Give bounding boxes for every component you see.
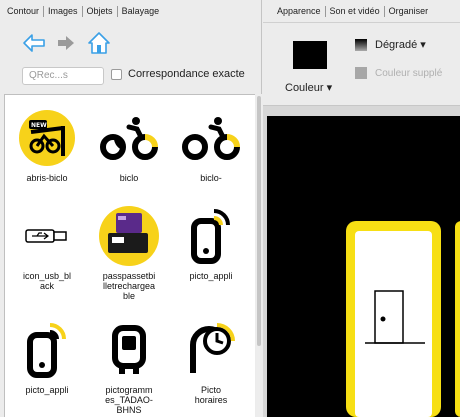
media-browser-panel: Contour Images Objets Balayage QRec...s … — [0, 0, 262, 417]
svg-text:NEW: NEW — [31, 122, 47, 129]
extra-color-icon — [355, 67, 367, 79]
item-label: Picto horaires — [194, 385, 228, 405]
second-sign-frame — [455, 221, 460, 417]
gradient-dropdown[interactable]: Dégradé ▾ — [355, 38, 426, 51]
grid-scrollbar[interactable] — [256, 94, 262, 417]
clock-icon — [190, 323, 235, 373]
item-label: abris-biclo — [26, 173, 68, 183]
list-item[interactable]: icon_usb_bl ack — [7, 203, 87, 291]
exact-match-label: Correspondance exacte — [128, 68, 245, 80]
list-item[interactable]: picto_appli — [171, 203, 251, 281]
scrollbar-thumb[interactable] — [257, 96, 261, 346]
list-item[interactable]: picto_appli — [7, 317, 87, 395]
gradient-icon — [355, 38, 367, 51]
extra-color-option[interactable]: Couleur supplé — [355, 67, 442, 79]
app-window: Contour Images Objets Balayage QRec...s … — [0, 0, 460, 417]
abris-biclo-icon: NEW — [19, 110, 75, 166]
usb-icon — [25, 229, 67, 243]
tab-images[interactable]: Images — [44, 5, 83, 17]
color-dropdown[interactable]: Couleur ▾ — [285, 81, 332, 94]
list-item[interactable]: NEW abris-biclo — [7, 105, 87, 183]
item-label: biclo- — [200, 173, 222, 183]
inspector-tabs: Apparence Son et vidéo Organiser — [273, 0, 432, 22]
tab-balayage[interactable]: Balayage — [118, 6, 164, 17]
extra-color-label: Couleur supplé — [375, 67, 443, 79]
phone-signal-icon — [27, 323, 66, 378]
search-input[interactable]: QRec...s — [22, 67, 104, 85]
list-item[interactable]: passpassetbi lletrechargea ble — [89, 203, 169, 301]
list-item[interactable]: Picto horaires — [171, 317, 251, 405]
tab-organiser[interactable]: Organiser — [385, 6, 433, 17]
tab-objets[interactable]: Objets — [83, 5, 118, 17]
door-sign-panel — [355, 231, 432, 417]
door-icon — [365, 290, 425, 344]
item-label: icon_usb_bl ack — [22, 271, 72, 291]
list-item[interactable]: pictogramm es_TADAO- BHNS — [89, 317, 169, 415]
tab-son-video[interactable]: Son et vidéo — [326, 5, 385, 17]
exact-match-checkbox[interactable] — [111, 68, 122, 80]
tab-contour[interactable]: Contour — [3, 5, 45, 17]
bike-icon — [100, 117, 158, 160]
item-label: passpassetbi lletrechargea ble — [102, 271, 156, 301]
gradient-label: Dégradé ▾ — [375, 39, 426, 51]
item-label: biclo — [119, 173, 139, 183]
media-tabs: Contour Images Objets Balayage — [0, 0, 262, 22]
item-label: pictogramm es_TADAO- BHNS — [105, 385, 153, 415]
ticket-icon — [99, 206, 159, 266]
fill-color-swatch[interactable] — [293, 41, 327, 69]
list-item[interactable]: biclo — [89, 105, 169, 183]
tab-apparence[interactable]: Apparence — [273, 5, 326, 17]
forward-arrow-icon[interactable] — [56, 33, 76, 53]
home-icon[interactable] — [86, 31, 112, 55]
bike-icon — [182, 117, 240, 160]
list-item[interactable]: biclo- — [171, 105, 251, 183]
phone-signal-icon — [191, 209, 230, 264]
item-label: picto_appli — [189, 271, 233, 281]
image-grid: NEW abris-biclo biclo biclo- icon_usb_bl… — [4, 94, 255, 417]
exact-match-option[interactable]: Correspondance exacte — [111, 68, 245, 80]
back-arrow-icon[interactable] — [22, 33, 46, 53]
appearance-toolbar: Couleur ▾ Dégradé ▾ Couleur supplé — [263, 22, 460, 106]
navigation-bar — [22, 31, 112, 55]
item-label: picto_appli — [25, 385, 69, 395]
bus-icon — [112, 325, 146, 374]
